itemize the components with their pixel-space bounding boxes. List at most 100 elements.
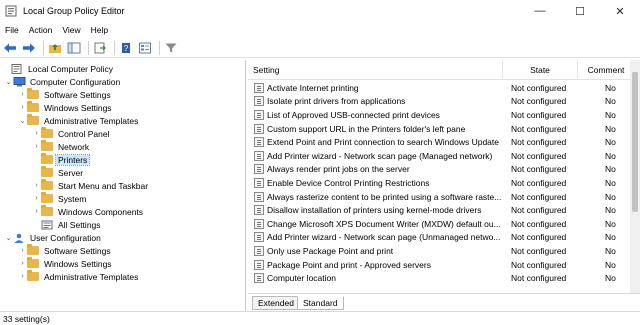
menu-action[interactable]: Action [24, 25, 58, 35]
setting-name: Isolate print drivers from applications [267, 96, 406, 107]
menu-file[interactable]: File [0, 25, 24, 35]
all-settings-icon [41, 220, 53, 230]
policy-setting-icon [254, 245, 264, 256]
vertical-scrollbar[interactable] [630, 60, 640, 293]
tree-item-software-settings[interactable]: › Software Settings [18, 87, 113, 101]
setting-comment: No [605, 205, 616, 216]
chevron-right-icon[interactable]: › [32, 208, 41, 215]
setting-name: Package Point and print - Approved serve… [267, 259, 431, 270]
setting-comment: No [605, 191, 616, 202]
forward-button[interactable] [21, 40, 37, 56]
chevron-right-icon[interactable]: › [18, 247, 27, 254]
tree-item-windows-components[interactable]: › Windows Components [32, 204, 145, 218]
tree-item-user-windows-settings[interactable]: › Windows Settings [18, 256, 114, 270]
tree-item-label: Server [58, 167, 84, 178]
properties-icon [139, 42, 151, 53]
table-row[interactable]: Always render print jobs on the server No… [248, 163, 640, 177]
help-book-icon: ? [122, 42, 130, 53]
column-header-setting[interactable]: Setting [248, 60, 503, 80]
chevron-down-icon[interactable]: ⌄ [18, 117, 27, 125]
setting-state: Not configured [511, 218, 567, 229]
back-button[interactable] [2, 40, 18, 56]
policy-setting-icon [254, 137, 264, 148]
table-row[interactable]: Only use Package Point and print Not conf… [248, 244, 640, 258]
tree-item-label: Administrative Templates [44, 271, 139, 282]
scrollbar-thumb[interactable] [632, 72, 638, 212]
menu-help[interactable]: Help [86, 25, 113, 35]
show-hide-console-tree-button[interactable] [66, 40, 82, 56]
tree-item-administrative-templates[interactable]: ⌄ Administrative Templates [18, 113, 140, 127]
setting-name: Always render print jobs on the server [267, 164, 410, 175]
setting-name: Custom support URL in the Printers folde… [267, 123, 466, 134]
setting-comment: No [605, 177, 616, 188]
tree-item-user-configuration[interactable]: ⌄ User Configuration [4, 231, 103, 244]
maximize-button[interactable]: ☐ [560, 0, 600, 22]
tree-item-start-menu-and-taskbar[interactable]: › Start Menu and Taskbar [32, 178, 150, 192]
column-header-state[interactable]: State [503, 60, 578, 80]
tree-item-label: Printers [54, 153, 91, 166]
export-list-button[interactable] [92, 40, 108, 56]
table-row[interactable]: Enable Device Control Printing Restricti… [248, 176, 640, 190]
chevron-right-icon[interactable]: › [18, 91, 27, 98]
folder-icon [27, 256, 39, 269]
table-row[interactable]: Package Point and print - Approved serve… [248, 258, 640, 272]
help-button[interactable]: ? [118, 40, 134, 56]
table-row[interactable]: Add Printer wizard - Network scan page (… [248, 149, 640, 163]
setting-comment: No [605, 164, 616, 175]
filter-button[interactable] [163, 40, 179, 56]
minimize-button[interactable]: — [520, 0, 560, 22]
table-row[interactable]: List of Approved USB-connected print dev… [248, 108, 640, 122]
setting-state: Not configured [511, 137, 567, 148]
up-one-level-button[interactable] [47, 40, 63, 56]
tree-item-label: Start Menu and Taskbar [58, 180, 149, 191]
tree-item-system[interactable]: › System [32, 191, 88, 205]
chevron-down-icon[interactable]: ⌄ [4, 234, 13, 242]
table-row[interactable]: Always rasterize content to be printed u… [248, 190, 640, 204]
setting-comment: No [605, 245, 616, 256]
chevron-right-icon[interactable]: › [32, 195, 41, 202]
table-row[interactable]: Add Printer wizard - Network scan page (… [248, 231, 640, 245]
column-header-comment[interactable]: Comment [578, 60, 634, 80]
chevron-right-icon[interactable]: › [18, 104, 27, 111]
filter-icon [165, 43, 177, 52]
tree-item-computer-configuration[interactable]: ⌄ Computer Configuration [4, 75, 122, 88]
table-row[interactable]: Extend Point and Print connection to sea… [248, 135, 640, 149]
tree-item-all-settings[interactable]: All Settings [32, 218, 103, 231]
tree-item-network[interactable]: › Network [32, 139, 91, 153]
svg-text:?: ? [124, 44, 129, 53]
computer-icon [13, 76, 26, 87]
table-row[interactable]: Isolate print drivers from applications N… [248, 95, 640, 109]
table-row[interactable]: Change Microsoft XPS Document Writer (MX… [248, 217, 640, 231]
chevron-right-icon[interactable]: › [32, 143, 41, 150]
folder-icon [27, 87, 39, 100]
status-bar: 33 setting(s) [0, 311, 640, 325]
menu-view[interactable]: View [57, 25, 85, 35]
table-row[interactable]: Custom support URL in the Printers folde… [248, 122, 640, 136]
tree-item-server[interactable]: Server [32, 165, 85, 179]
setting-comment: No [605, 150, 616, 161]
tree-item-windows-settings[interactable]: › Windows Settings [18, 100, 114, 114]
chevron-right-icon[interactable]: › [32, 130, 41, 137]
table-row[interactable]: Computer location Not configured No [248, 271, 640, 285]
tree-item-control-panel[interactable]: › Control Panel [32, 126, 112, 140]
chevron-right-icon[interactable]: › [18, 260, 27, 267]
tree-item-user-administrative-templates[interactable]: › Administrative Templates [18, 269, 140, 283]
table-row[interactable]: Disallow installation of printers using … [248, 203, 640, 217]
tree-item-label: System [58, 193, 87, 204]
tree-item-user-software-settings[interactable]: › Software Settings [18, 243, 113, 257]
arrow-left-icon [4, 43, 16, 52]
toolbar-separator [43, 40, 44, 55]
tree-item-local-computer-policy[interactable]: Local Computer Policy [2, 62, 115, 75]
properties-button[interactable] [137, 40, 153, 56]
table-row[interactable]: Activate Internet printing Not configured… [248, 81, 640, 95]
tab-extended[interactable]: Extended [252, 296, 300, 310]
tree-item-label: Windows Settings [44, 102, 112, 113]
tab-standard[interactable]: Standard [297, 296, 344, 310]
chevron-right-icon[interactable]: › [18, 273, 27, 280]
setting-name: Change Microsoft XPS Document Writer (MX… [267, 218, 501, 229]
tree-item-printers[interactable]: Printers [32, 152, 91, 166]
chevron-down-icon[interactable]: ⌄ [4, 78, 13, 86]
policy-setting-icon [254, 150, 264, 161]
close-button[interactable]: ✕ [600, 0, 640, 22]
chevron-right-icon[interactable]: › [32, 182, 41, 189]
